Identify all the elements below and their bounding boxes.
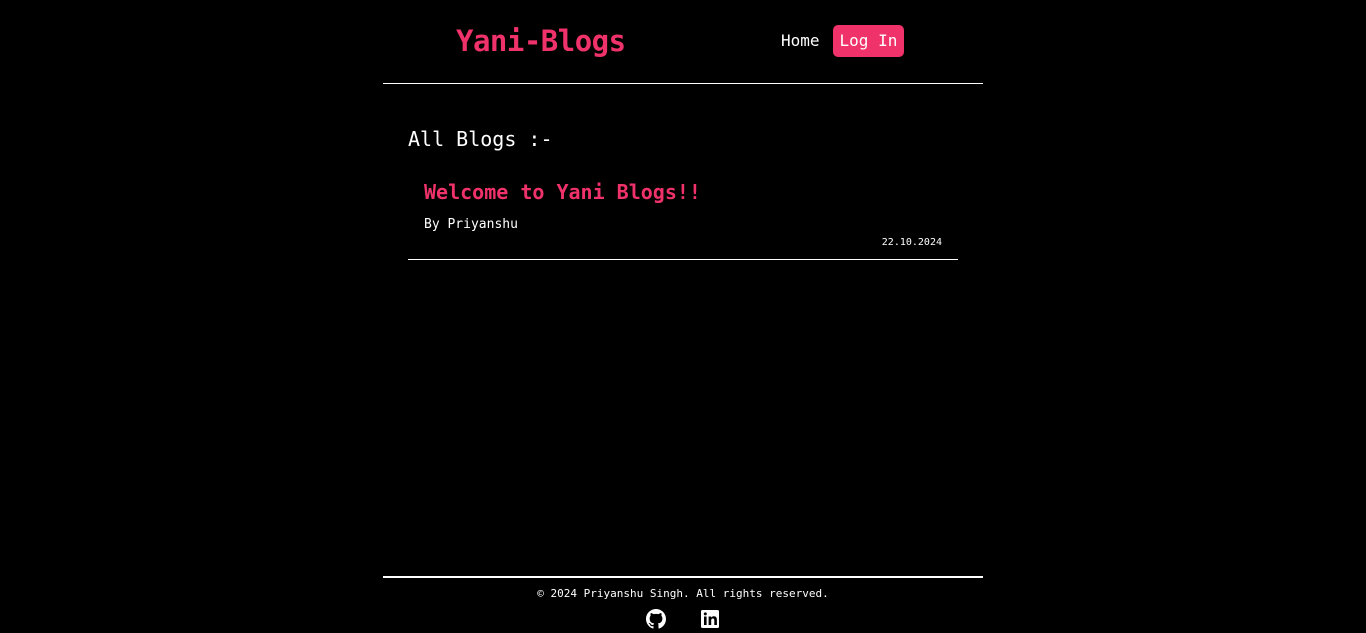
social-links (383, 609, 983, 629)
main-nav: Home Log In (781, 25, 905, 57)
linkedin-icon[interactable] (700, 609, 720, 629)
site-footer: © 2024 Priyanshu Singh. All rights reser… (383, 576, 983, 633)
page: Yani-Blogs Home Log In All Blogs :- Welc… (0, 0, 1366, 633)
all-blogs-heading: All Blogs :- (408, 127, 553, 151)
github-icon[interactable] (646, 609, 666, 629)
blog-post-author: By Priyanshu (424, 217, 518, 232)
login-button[interactable]: Log In (832, 25, 905, 57)
site-header: Yani-Blogs Home Log In (383, 0, 983, 84)
blog-post-card[interactable]: Welcome to Yani Blogs!! By Priyanshu 22.… (408, 172, 958, 260)
site-logo-title[interactable]: Yani-Blogs (456, 21, 626, 61)
copyright-text: © 2024 Priyanshu Singh. All rights reser… (537, 587, 829, 600)
blog-post-title[interactable]: Welcome to Yani Blogs!! (424, 178, 701, 206)
nav-home-link[interactable]: Home (781, 25, 820, 57)
blog-post-date: 22.10.2024 (881, 237, 942, 248)
